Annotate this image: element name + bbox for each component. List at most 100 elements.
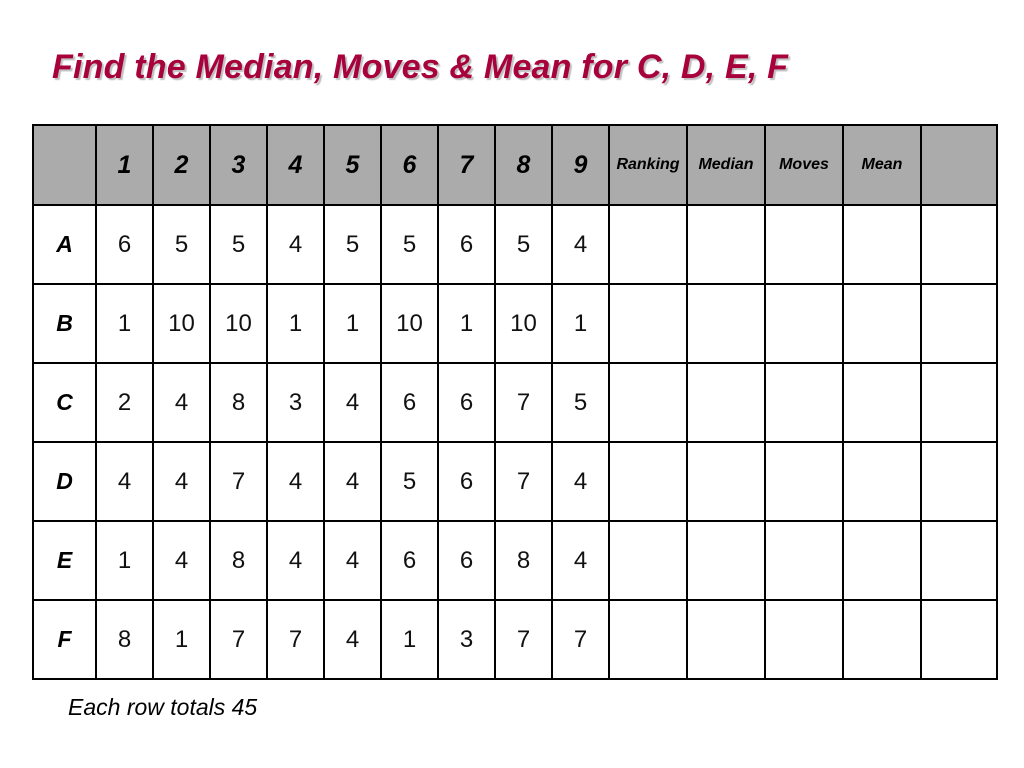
row-label-a: A [32,204,97,285]
cell-e-ranking[interactable] [608,520,688,601]
cell-a-ranking[interactable] [608,204,688,285]
header-col-4: 4 [266,124,325,206]
header-col-1: 1 [95,124,154,206]
cell-d-mean[interactable] [842,441,922,522]
cell-b-6: 10 [380,283,439,364]
cell-c-median[interactable] [686,362,766,443]
header-col-7: 7 [437,124,496,206]
cell-b-1: 1 [95,283,154,364]
cell-f-extra[interactable] [920,599,998,680]
cell-c-9: 5 [551,362,610,443]
cell-f-4: 7 [266,599,325,680]
cell-f-mean[interactable] [842,599,922,680]
cell-d-3: 7 [209,441,268,522]
cell-c-extra[interactable] [920,362,998,443]
cell-d-8: 7 [494,441,553,522]
cell-d-ranking[interactable] [608,441,688,522]
cell-a-mean[interactable] [842,204,922,285]
cell-b-7: 1 [437,283,496,364]
row-label-b: B [32,283,97,364]
table-row: B 1 10 10 1 1 10 1 10 1 [32,283,998,364]
cell-b-ranking[interactable] [608,283,688,364]
cell-c-5: 4 [323,362,382,443]
cell-c-3: 8 [209,362,268,443]
cell-c-2: 4 [152,362,211,443]
cell-f-2: 1 [152,599,211,680]
cell-d-moves[interactable] [764,441,844,522]
cell-c-6: 6 [380,362,439,443]
cell-a-median[interactable] [686,204,766,285]
cell-c-ranking[interactable] [608,362,688,443]
cell-c-moves[interactable] [764,362,844,443]
cell-b-5: 1 [323,283,382,364]
cell-f-8: 7 [494,599,553,680]
cell-f-3: 7 [209,599,268,680]
cell-b-9: 1 [551,283,610,364]
cell-e-6: 6 [380,520,439,601]
cell-a-1: 6 [95,204,154,285]
cell-a-moves[interactable] [764,204,844,285]
header-col-2: 2 [152,124,211,206]
cell-a-extra[interactable] [920,204,998,285]
cell-f-ranking[interactable] [608,599,688,680]
header-col-5: 5 [323,124,382,206]
header-blank [920,124,998,206]
cell-e-moves[interactable] [764,520,844,601]
cell-e-median[interactable] [686,520,766,601]
cell-d-median[interactable] [686,441,766,522]
cell-c-mean[interactable] [842,362,922,443]
row-label-f: F [32,599,97,680]
cell-c-4: 3 [266,362,325,443]
table-row: A 6 5 5 4 5 5 6 5 4 [32,204,998,285]
cell-b-4: 1 [266,283,325,364]
header-median: Median [686,124,766,206]
cell-b-8: 10 [494,283,553,364]
cell-a-3: 5 [209,204,268,285]
cell-e-3: 8 [209,520,268,601]
cell-d-7: 6 [437,441,496,522]
cell-f-median[interactable] [686,599,766,680]
cell-d-extra[interactable] [920,441,998,522]
cell-e-extra[interactable] [920,520,998,601]
cell-d-2: 4 [152,441,211,522]
cell-a-9: 4 [551,204,610,285]
cell-c-7: 6 [437,362,496,443]
header-col-9: 9 [551,124,610,206]
header-col-6: 6 [380,124,439,206]
row-label-e: E [32,520,97,601]
cell-f-7: 3 [437,599,496,680]
cell-b-extra[interactable] [920,283,998,364]
cell-e-mean[interactable] [842,520,922,601]
table-row: F 8 1 7 7 4 1 3 7 7 [32,599,998,680]
cell-d-9: 4 [551,441,610,522]
row-label-d: D [32,441,97,522]
cell-e-4: 4 [266,520,325,601]
footer-note: Each row totals 45 [68,694,258,720]
cell-f-6: 1 [380,599,439,680]
cell-e-1: 1 [95,520,154,601]
cell-f-moves[interactable] [764,599,844,680]
table-row: C 2 4 8 3 4 6 6 7 5 [32,362,998,443]
cell-b-median[interactable] [686,283,766,364]
cell-c-8: 7 [494,362,553,443]
cell-b-mean[interactable] [842,283,922,364]
header-ranking: Ranking [608,124,688,206]
table-row: D 4 4 7 4 4 5 6 7 4 [32,441,998,522]
header-corner [32,124,97,206]
cell-a-7: 6 [437,204,496,285]
table-header-row: 1 2 3 4 5 6 7 8 9 Ranking Median Moves M… [32,124,998,206]
cell-b-moves[interactable] [764,283,844,364]
cell-e-8: 8 [494,520,553,601]
table-row: E 1 4 8 4 4 6 6 8 4 [32,520,998,601]
cell-c-1: 2 [95,362,154,443]
cell-e-9: 4 [551,520,610,601]
cell-d-1: 4 [95,441,154,522]
cell-d-5: 4 [323,441,382,522]
cell-f-9: 7 [551,599,610,680]
header-mean: Mean [842,124,922,206]
cell-e-5: 4 [323,520,382,601]
header-col-8: 8 [494,124,553,206]
row-label-c: C [32,362,97,443]
header-moves: Moves [764,124,844,206]
cell-b-3: 10 [209,283,268,364]
